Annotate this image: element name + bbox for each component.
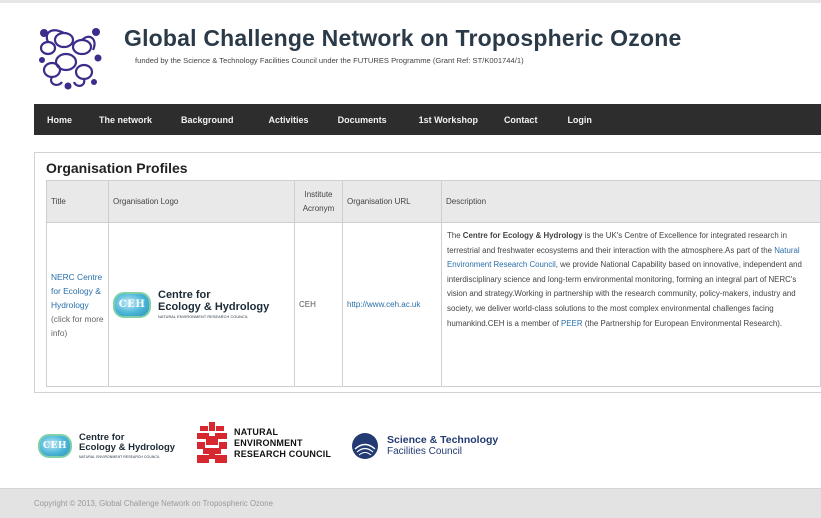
stfc-line1: Science & Technology bbox=[387, 434, 499, 446]
org-logo-cell: CEH Centre for Ecology & Hydrology NATUR… bbox=[108, 222, 295, 387]
desc-bold-name: Centre for Ecology & Hydrology bbox=[462, 231, 583, 240]
section-title: Organisation Profiles bbox=[46, 160, 188, 176]
ceh-logo-line3: NATURAL ENVIRONMENT RESEARCH COUNCIL bbox=[158, 315, 249, 319]
stfc-logo-icon bbox=[352, 433, 378, 459]
organisation-profiles-table: Title Organisation Logo Institute Acrony… bbox=[46, 180, 821, 387]
footer-ceh-text: Centre for Ecology & Hydrology NATURAL E… bbox=[79, 433, 176, 460]
nerc-logo-icon bbox=[197, 422, 227, 463]
nav-item-login[interactable]: Login bbox=[554, 115, 592, 125]
main-nav: Home The network Background Activities D… bbox=[34, 104, 821, 135]
stfc-line2: Facilities Council bbox=[387, 446, 463, 457]
site-subtitle: funded by the Science & Technology Facil… bbox=[135, 56, 524, 65]
molecule-logo-icon[interactable] bbox=[38, 20, 102, 90]
peer-link[interactable]: PEER bbox=[561, 319, 583, 328]
org-title-note: (click for more info) bbox=[51, 313, 104, 338]
footer-ceh-logo[interactable]: CEH Centre for Ecology & Hydrology NATUR… bbox=[38, 433, 175, 459]
org-url-link[interactable]: http://www.ceh.ac.uk bbox=[347, 300, 420, 309]
org-description: The Centre for Ecology & Hydrology is th… bbox=[441, 222, 821, 387]
org-title-cell: NERC Centre for Ecology & Hydrology (cli… bbox=[46, 222, 109, 387]
column-header-description: Description bbox=[441, 180, 821, 223]
stfc-logo-text: Science & Technology Facilities Council bbox=[387, 434, 499, 458]
nerc-logo-text: NATURAL ENVIRONMENT RESEARCH COUNCIL bbox=[234, 427, 331, 460]
footer-stfc-logo[interactable]: Science & Technology Facilities Council bbox=[351, 432, 498, 460]
org-acronym: CEH bbox=[294, 222, 343, 387]
top-border bbox=[0, 0, 821, 3]
column-header-title: Title bbox=[46, 180, 109, 223]
table-header-row: Title Organisation Logo Institute Acrony… bbox=[46, 180, 821, 223]
ceh-logo-text: Centre for Ecology & Hydrology NATURAL E… bbox=[158, 289, 270, 320]
footer-ceh-line2: Ecology & Hydrology bbox=[79, 442, 176, 453]
nav-item-contact[interactable]: Contact bbox=[491, 115, 538, 125]
ceh-logo: CEH Centre for Ecology & Hydrology NATUR… bbox=[113, 290, 290, 319]
ceh-logo-line1: Centre for bbox=[158, 289, 211, 301]
column-header-logo: Organisation Logo bbox=[108, 180, 295, 223]
desc-text-3: , we provide National Capability based o… bbox=[447, 260, 802, 328]
org-title-link[interactable]: NERC Centre for Ecology & Hydrology bbox=[51, 272, 102, 310]
nav-item-background[interactable]: Background bbox=[168, 115, 234, 125]
footer-ceh-badge-icon: CEH bbox=[38, 434, 72, 458]
copyright-text: Copyright © 2013, Global Challenge Netwo… bbox=[34, 499, 273, 508]
nerc-line1: NATURAL bbox=[234, 426, 279, 437]
desc-text-4: (the Partnership for European Environmen… bbox=[582, 318, 783, 328]
desc-text-1: The bbox=[447, 231, 463, 240]
nav-item-1st-workshop[interactable]: 1st Workshop bbox=[406, 115, 478, 125]
footer-ceh-line3: NATURAL ENVIRONMENT RESEARCH COUNCIL bbox=[79, 455, 160, 459]
page: Global Challenge Network on Tropospheric… bbox=[0, 0, 821, 518]
column-header-acronym: Institute Acronym bbox=[294, 180, 343, 223]
footer-nerc-logo[interactable]: NATURAL ENVIRONMENT RESEARCH COUNCIL bbox=[197, 422, 331, 464]
ceh-badge-icon: CEH bbox=[113, 291, 151, 318]
nav-item-activities[interactable]: Activities bbox=[256, 115, 309, 125]
site-title: Global Challenge Network on Tropospheric… bbox=[124, 25, 682, 51]
column-header-url: Organisation URL bbox=[342, 180, 442, 223]
nerc-line3: RESEARCH COUNCIL bbox=[234, 448, 332, 459]
ceh-logo-line2: Ecology & Hydrology bbox=[158, 301, 270, 313]
table-row: NERC Centre for Ecology & Hydrology (cli… bbox=[46, 222, 821, 387]
nav-item-documents[interactable]: Documents bbox=[325, 115, 387, 125]
nerc-line2: ENVIRONMENT bbox=[234, 437, 303, 448]
org-url-cell: http://www.ceh.ac.uk bbox=[342, 222, 442, 387]
nav-item-the-network[interactable]: The network bbox=[86, 115, 152, 125]
nav-item-home[interactable]: Home bbox=[34, 115, 72, 125]
